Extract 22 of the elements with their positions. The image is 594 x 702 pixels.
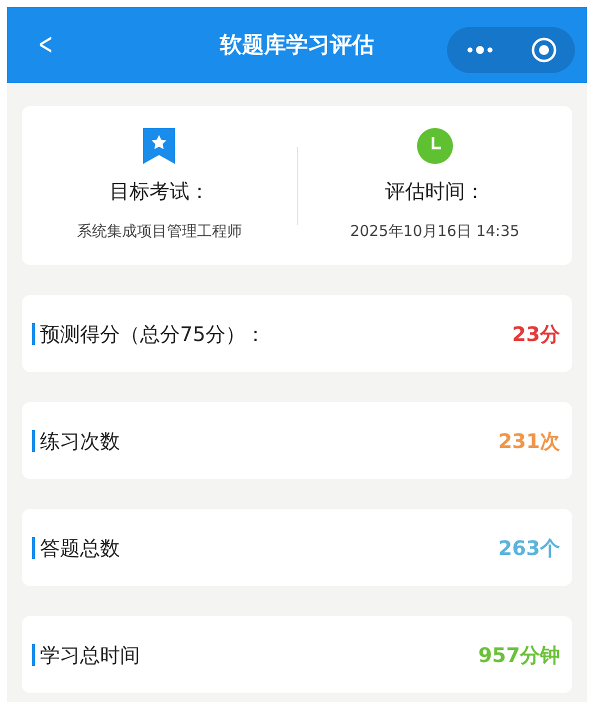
info-label: 评估时间： bbox=[384, 178, 485, 206]
stat-label: 答题总数 bbox=[40, 534, 120, 562]
stat-value: 263个 bbox=[498, 534, 560, 562]
page-title: 软题库学习评估 bbox=[220, 32, 374, 60]
info-label: 目标考试： bbox=[109, 178, 210, 206]
info-value: 2025年10月16日 14:35 bbox=[350, 221, 520, 242]
info-value: 系统集成项目管理工程师 bbox=[76, 221, 242, 242]
accent-bar bbox=[32, 536, 35, 558]
target-icon bbox=[531, 37, 557, 63]
clock-icon bbox=[416, 128, 453, 164]
accent-bar bbox=[32, 322, 35, 344]
stat-label: 预测得分（总分75分）： bbox=[40, 320, 266, 348]
stat-label: 练习次数 bbox=[40, 428, 120, 454]
stat-label: 学习总时间 bbox=[40, 642, 140, 668]
accent-bar bbox=[32, 430, 35, 452]
stat-value: 23分 bbox=[512, 320, 560, 348]
accent-bar bbox=[32, 644, 35, 666]
bookmark-icon bbox=[143, 128, 176, 164]
more-icon bbox=[465, 45, 495, 55]
back-button[interactable]: < bbox=[33, 30, 58, 60]
stat-value: 957分钟 bbox=[478, 642, 560, 668]
stat-value: 231次 bbox=[498, 428, 560, 454]
